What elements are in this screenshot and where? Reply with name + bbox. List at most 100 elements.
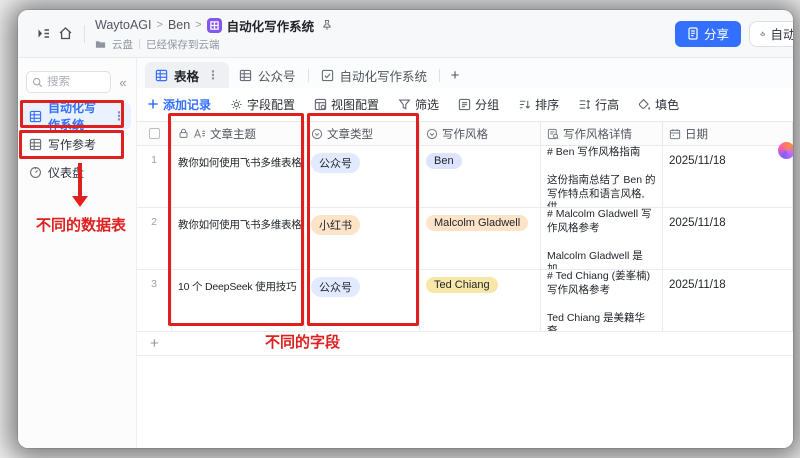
form-view-icon: [321, 69, 334, 82]
table-icon: [29, 110, 42, 123]
row-height-button[interactable]: 行高: [578, 96, 619, 113]
cell-type[interactable]: 公众号: [305, 146, 420, 208]
tab-menu-icon[interactable]: ⋮: [207, 68, 219, 82]
sidebar-item-writing-reference[interactable]: 写作参考: [23, 131, 131, 157]
cell-date[interactable]: 2025/11/18: [663, 208, 793, 270]
topbar-divider: [84, 25, 85, 43]
top-bar: WaytoAGI > Ben > 自动化写作系统: [18, 10, 793, 58]
sidebar-item-label: 自动化写作系统: [48, 99, 107, 133]
table-row[interactable]: 3 10 个 DeepSeek 使用技巧 公众号 Ted Chiang # Te…: [137, 270, 793, 332]
lock-icon: [178, 128, 189, 139]
table-row[interactable]: 2 教你如何使用飞书多维表格 小红书 Malcolm Gladwell # Ma…: [137, 208, 793, 270]
cell-style-detail[interactable]: # Ted Chiang (姜峯楠) 写作风格参考 Ted Chiang 是美籍…: [541, 270, 663, 332]
cell-style[interactable]: Ted Chiang: [420, 270, 541, 332]
sidebar-toggle-icon[interactable]: [32, 23, 54, 45]
row-number: 2: [137, 208, 172, 270]
robot-icon: [760, 27, 765, 41]
home-icon[interactable]: [54, 23, 76, 45]
fill-color-button[interactable]: 填色: [638, 96, 679, 113]
page-title: 自动化写作系统: [227, 16, 315, 35]
share-doc-icon: [687, 27, 699, 40]
field-config-button[interactable]: 字段配置: [230, 96, 295, 113]
group-button[interactable]: 分组: [458, 96, 499, 113]
tag-writing-style[interactable]: Ben: [426, 153, 462, 169]
sidebar-item-label: 仪表盘: [48, 164, 84, 181]
table-icon: [29, 138, 42, 151]
column-header-date[interactable]: 日期: [663, 122, 793, 146]
cell-type[interactable]: 公众号: [305, 270, 420, 332]
add-view-button[interactable]: +: [442, 62, 468, 88]
assistant-button[interactable]: 自动化: [749, 21, 793, 47]
cell-style[interactable]: Malcolm Gladwell: [420, 208, 541, 270]
tab-label: 自动化写作系统: [340, 66, 428, 85]
select-all-checkbox[interactable]: [149, 128, 160, 139]
plus-icon: [147, 98, 159, 110]
bitable-icon: [207, 18, 222, 33]
cell-date[interactable]: 2025/11/18: [663, 146, 793, 208]
add-record-row[interactable]: +: [137, 332, 793, 356]
gear-icon: [230, 98, 243, 111]
cell-topic[interactable]: 10 个 DeepSeek 使用技巧: [172, 270, 305, 332]
table-icon: [155, 69, 168, 82]
tool-label: 行高: [595, 96, 619, 113]
tag-writing-style[interactable]: Malcolm Gladwell: [426, 215, 528, 231]
cell-topic[interactable]: 教你如何使用飞书多维表格: [172, 208, 305, 270]
sidebar-item-auto-writing-system[interactable]: 自动化写作系统 ⋮: [23, 103, 131, 129]
column-header-topic[interactable]: 文章主题: [172, 122, 305, 146]
column-header-style[interactable]: 写作风格: [420, 122, 541, 146]
tool-label: 视图配置: [331, 96, 379, 113]
ai-assistant-orb-icon[interactable]: [778, 142, 793, 159]
tab-auto-writing-system[interactable]: 自动化写作系统: [311, 62, 438, 88]
filter-button[interactable]: 筛选: [398, 96, 439, 113]
storage-location[interactable]: 云盘: [112, 37, 133, 52]
doc-search-icon: [547, 128, 559, 140]
dashboard-gauge-icon: [29, 166, 42, 179]
tab-label: 公众号: [258, 66, 296, 85]
column-header-style-detail[interactable]: 写作风格详情: [541, 122, 663, 146]
sort-button[interactable]: 排序: [518, 96, 559, 113]
funnel-icon: [398, 98, 411, 111]
column-name: 写作风格详情: [563, 126, 632, 142]
cell-style-detail[interactable]: # Malcolm Gladwell 写作风格参考 Malcolm Gladwe…: [541, 208, 663, 270]
view-config-button[interactable]: 视图配置: [314, 96, 379, 113]
collapse-sidebar-icon[interactable]: «: [115, 75, 131, 90]
cell-topic[interactable]: 教你如何使用飞书多维表格: [172, 146, 305, 208]
cell-style-detail[interactable]: # Ben 写作风格指南 这份指南总结了 Ben 的写作特点和语言风格,供...: [541, 146, 663, 208]
tag-article-type[interactable]: 公众号: [311, 277, 360, 297]
breadcrumb-parent[interactable]: Ben: [168, 18, 190, 32]
status-divider: [139, 39, 140, 49]
breadcrumb-root[interactable]: WaytoAGI: [95, 18, 152, 32]
sidebar: « 自动化写作系统 ⋮ 写作参考: [18, 58, 137, 448]
main-content: 表格 ⋮ 公众号: [137, 58, 793, 448]
group-icon: [458, 98, 471, 111]
data-table: 文章主题 文章类型: [137, 121, 793, 356]
app-window: WaytoAGI > Ben > 自动化写作系统: [18, 10, 793, 448]
cell-type[interactable]: 小红书: [305, 208, 420, 270]
select-all-cell: [137, 122, 172, 146]
tab-label: 表格: [174, 66, 199, 85]
tag-writing-style[interactable]: Ted Chiang: [426, 277, 498, 293]
plus-icon: +: [150, 335, 159, 352]
cell-date[interactable]: 2025/11/18: [663, 270, 793, 332]
sidebar-item-label: 写作参考: [48, 136, 96, 153]
view-tab-bar: 表格 ⋮ 公众号: [137, 58, 793, 88]
table-row[interactable]: 1 教你如何使用飞书多维表格 公众号 Ben # Ben 写作风格指南 这份指南…: [137, 146, 793, 208]
item-menu-icon[interactable]: ⋮: [113, 109, 125, 123]
sidebar-item-dashboard[interactable]: 仪表盘: [23, 159, 131, 185]
tag-article-type[interactable]: 公众号: [311, 153, 360, 173]
column-header-type[interactable]: 文章类型: [305, 122, 420, 146]
tab-official-account[interactable]: 公众号: [229, 62, 306, 88]
share-button[interactable]: 分享: [675, 21, 741, 47]
tag-article-type[interactable]: 小红书: [311, 215, 360, 235]
sort-icon: [518, 98, 531, 111]
breadcrumb: WaytoAGI > Ben > 自动化写作系统: [95, 16, 335, 52]
tab-separator: [308, 69, 309, 82]
pin-icon[interactable]: [319, 17, 335, 33]
search-input[interactable]: [47, 76, 99, 88]
column-name: 写作风格: [442, 126, 488, 142]
table-toolbar: 添加记录 字段配置 视图配置: [137, 90, 793, 118]
app-body: « 自动化写作系统 ⋮ 写作参考: [18, 58, 793, 448]
tab-grid-view[interactable]: 表格 ⋮: [145, 62, 229, 88]
add-record-button[interactable]: 添加记录: [147, 96, 211, 113]
cell-style[interactable]: Ben: [420, 146, 541, 208]
